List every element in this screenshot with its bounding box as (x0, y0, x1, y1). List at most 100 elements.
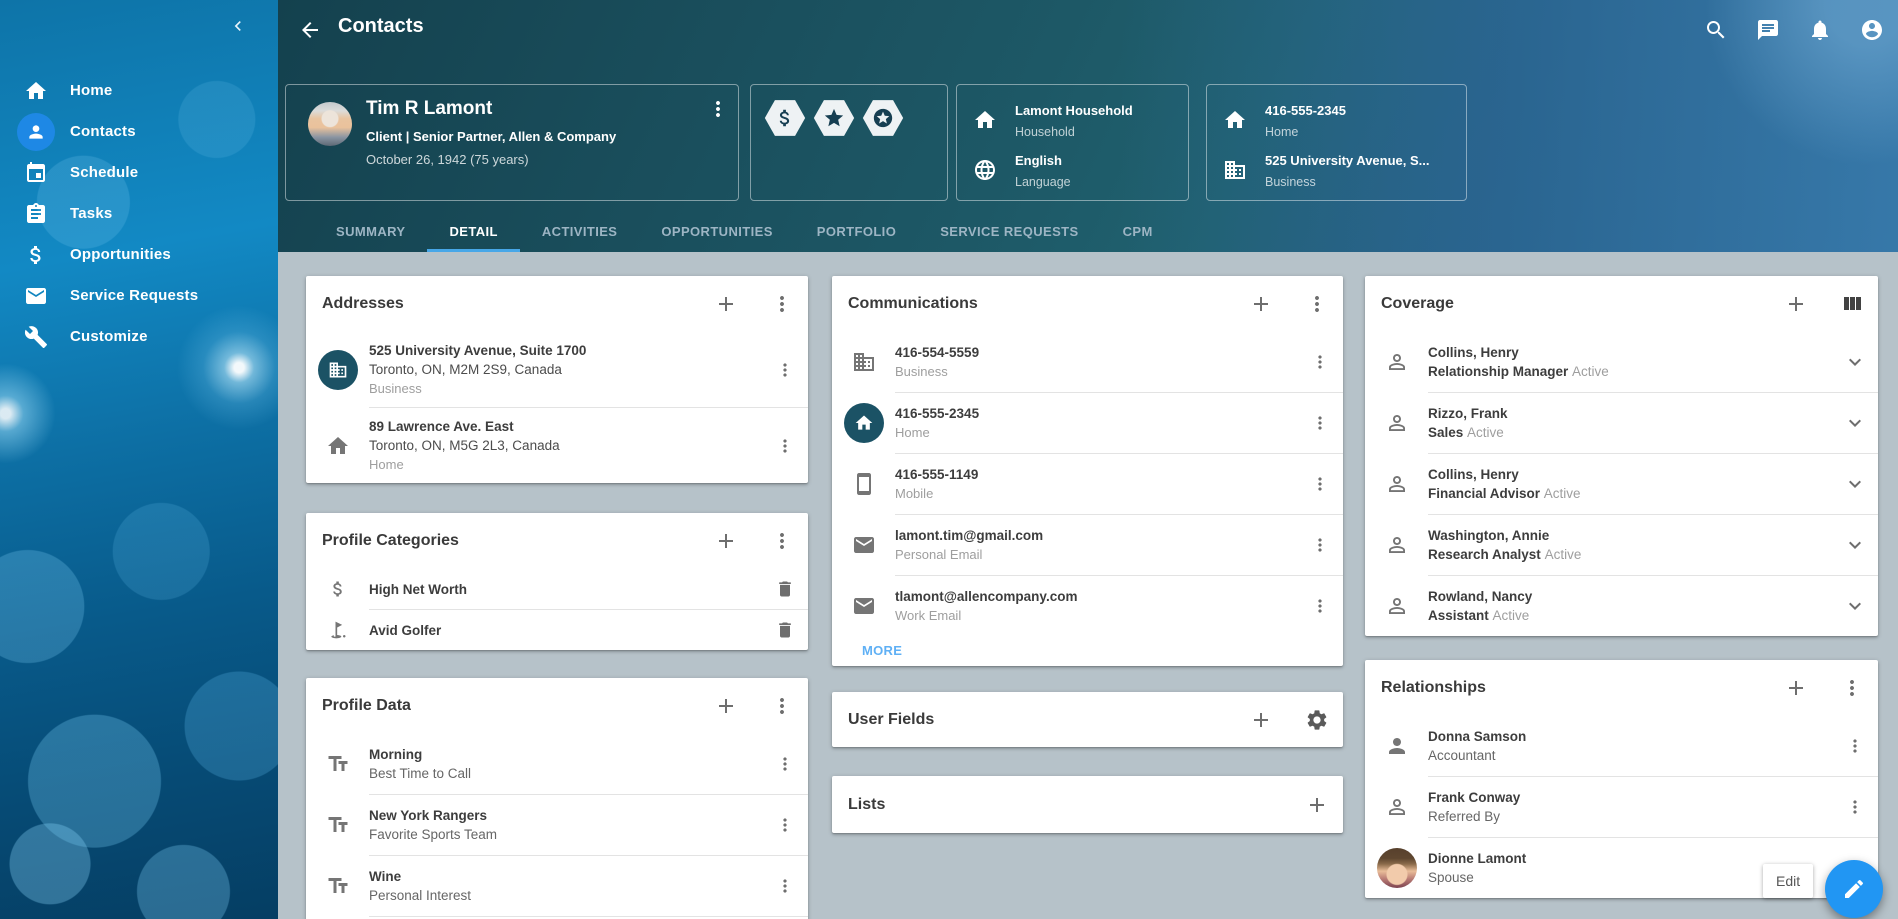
phone-row[interactable]: 416-555-2345 Home (1207, 95, 1466, 145)
sidebar-item-service-requests[interactable]: Service Requests (0, 275, 278, 316)
star-badge-icon[interactable] (813, 99, 855, 137)
contact-menu-button[interactable] (706, 97, 730, 126)
back-button[interactable] (298, 18, 322, 47)
chevron-down-icon[interactable] (1843, 350, 1867, 374)
relationship-row[interactable]: Donna Samson Accountant (1365, 716, 1878, 776)
more-vert-icon[interactable] (1310, 535, 1330, 555)
tab-activities[interactable]: ACTIVITIES (520, 214, 640, 252)
more-vert-icon[interactable] (775, 815, 795, 835)
more-vert-icon[interactable] (1310, 474, 1330, 494)
more-vert-icon[interactable] (770, 529, 794, 553)
add-icon[interactable] (1784, 676, 1808, 700)
address-type: Home (369, 457, 762, 472)
more-vert-icon[interactable] (770, 292, 794, 316)
coverage-row[interactable]: Rowland, Nancy Assistant Active (1365, 576, 1878, 636)
profile-category-row[interactable]: High Net Worth (306, 569, 808, 609)
more-vert-icon[interactable] (1845, 736, 1865, 756)
home-icon (17, 72, 55, 110)
add-icon[interactable] (714, 529, 738, 553)
status-badge: Active (1572, 364, 1609, 379)
search-icon[interactable] (1704, 18, 1728, 42)
communication-row[interactable]: tlamont@allencompany.com Work Email (832, 576, 1343, 636)
profile-data-row[interactable]: Wine Personal Interest (306, 856, 808, 916)
tab-summary[interactable]: SUMMARY (314, 214, 427, 252)
add-icon[interactable] (1249, 708, 1273, 732)
edit-fab-button[interactable] (1825, 860, 1883, 918)
more-vert-icon[interactable] (775, 876, 795, 896)
communication-row[interactable]: 416-555-2345 Home (832, 393, 1343, 453)
communication-row[interactable]: 416-554-5559 Business (832, 332, 1343, 392)
communication-row[interactable]: lamont.tim@gmail.com Personal Email (832, 515, 1343, 575)
sidebar-item-opportunities[interactable]: Opportunities (0, 234, 278, 275)
sidebar-item-contacts[interactable]: Contacts (0, 111, 278, 152)
sidebar-item-tasks[interactable]: Tasks (0, 193, 278, 234)
delete-icon[interactable] (775, 579, 795, 599)
address-line1: 89 Lawrence Ave. East (369, 419, 762, 434)
add-icon[interactable] (1784, 292, 1808, 316)
language-row[interactable]: English Language (957, 145, 1188, 195)
address-line2: Toronto, ON, M2M 2S9, Canada (369, 362, 762, 377)
more-vert-icon[interactable] (775, 360, 795, 380)
more-vert-icon[interactable] (1840, 676, 1864, 700)
more-vert-icon[interactable] (1845, 797, 1865, 817)
notifications-icon[interactable] (1808, 18, 1832, 42)
text-fields-icon (326, 813, 350, 837)
profile-data-row[interactable]: New York Rangers Favorite Sports Team (306, 795, 808, 855)
household-row[interactable]: Lamont Household Household (957, 95, 1188, 145)
coverage-row[interactable]: Collins, Henry Financial Advisor Active (1365, 454, 1878, 514)
tab-detail[interactable]: DETAIL (427, 214, 519, 252)
more-vert-icon[interactable] (775, 754, 795, 774)
sidebar-item-customize[interactable]: Customize (0, 316, 278, 357)
person-icon (17, 113, 55, 151)
tab-opportunities[interactable]: OPPORTUNITIES (639, 214, 794, 252)
more-vert-icon[interactable] (1310, 413, 1330, 433)
sidebar-item-home[interactable]: Home (0, 70, 278, 111)
chevron-down-icon[interactable] (1843, 533, 1867, 557)
contact-avatar[interactable] (308, 102, 352, 146)
more-vert-icon[interactable] (770, 694, 794, 718)
columns-icon[interactable] (1840, 292, 1864, 316)
add-icon[interactable] (714, 292, 738, 316)
chevron-down-icon[interactable] (1843, 411, 1867, 435)
sidebar-collapse-button[interactable] (228, 16, 248, 41)
more-link[interactable]: MORE (832, 636, 1343, 658)
text-fields-icon (326, 874, 350, 898)
page-title: Contacts (338, 15, 424, 38)
gear-icon[interactable] (1305, 708, 1329, 732)
chevron-down-icon[interactable] (1843, 594, 1867, 618)
add-icon[interactable] (1249, 292, 1273, 316)
more-vert-icon[interactable] (1310, 596, 1330, 616)
tab-portfolio[interactable]: PORTFOLIO (795, 214, 918, 252)
address-row[interactable]: 89 Lawrence Ave. East Toronto, ON, M5G 2… (306, 408, 808, 483)
coverage-row[interactable]: Rizzo, Frank Sales Active (1365, 393, 1878, 453)
mail-icon (17, 277, 55, 315)
relationship-row[interactable]: Frank Conway Referred By (1365, 777, 1878, 837)
account-icon[interactable] (1860, 18, 1884, 42)
coverage-row[interactable]: Collins, Henry Relationship Manager Acti… (1365, 332, 1878, 392)
communication-row[interactable]: 416-555-1149 Mobile (832, 454, 1343, 514)
chat-icon[interactable] (1756, 18, 1780, 42)
star-circle-badge-icon[interactable] (862, 99, 904, 137)
more-vert-icon[interactable] (1305, 292, 1329, 316)
profile-category-row[interactable]: Avid Golfer (306, 610, 808, 650)
address-value: 525 University Avenue, S... (1265, 153, 1430, 168)
sidebar-item-label: Schedule (70, 164, 138, 181)
chevron-down-icon[interactable] (1843, 472, 1867, 496)
dollar-badge-icon[interactable] (764, 99, 806, 137)
coverage-row[interactable]: Washington, Annie Research Analyst Activ… (1365, 515, 1878, 575)
more-vert-icon[interactable] (1310, 352, 1330, 372)
tab-service-requests[interactable]: SERVICE REQUESTS (918, 214, 1100, 252)
add-icon[interactable] (714, 694, 738, 718)
delete-icon[interactable] (775, 620, 795, 640)
sidebar-item-schedule[interactable]: Schedule (0, 152, 278, 193)
coverage-card-header: Coverage (1365, 276, 1878, 332)
address-row[interactable]: 525 University Avenue, S... Business (1207, 145, 1466, 195)
badges-card (750, 84, 948, 201)
more-vert-icon[interactable] (775, 436, 795, 456)
add-icon[interactable] (1305, 793, 1329, 817)
relationship-name: Donna Samson (1428, 729, 1832, 744)
tab-cpm[interactable]: CPM (1101, 214, 1175, 252)
relationships-card-header: Relationships (1365, 660, 1878, 716)
address-row[interactable]: 525 University Avenue, Suite 1700 Toront… (306, 332, 808, 407)
profile-data-row[interactable]: Morning Best Time to Call (306, 734, 808, 794)
